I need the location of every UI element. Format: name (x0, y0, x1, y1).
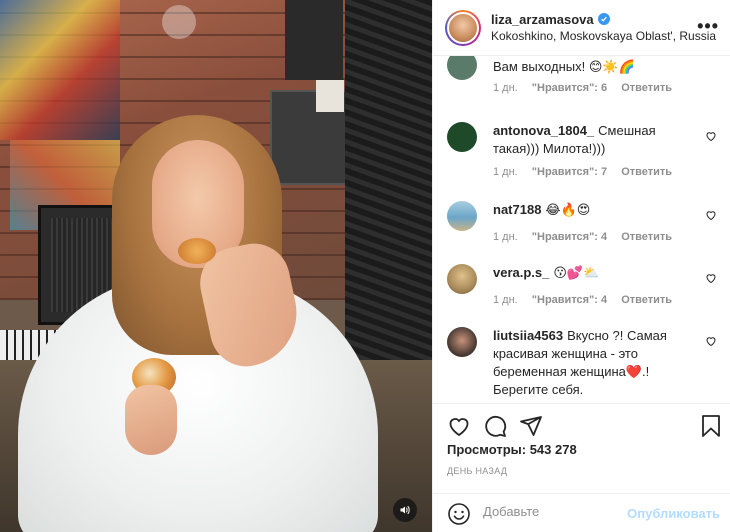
commenter-avatar[interactable] (447, 201, 477, 231)
post-actions-bar (433, 403, 730, 445)
like-comment-heart-icon[interactable] (705, 209, 717, 221)
comment-item: antonova_1804_ Смешная такая))) Милота!))… (447, 122, 717, 182)
publish-button[interactable]: Опубликовать (627, 506, 720, 521)
post-header: liza_arzamasova Kokoshkino, Moskovskaya … (433, 0, 730, 56)
comment-time[interactable]: 1 дн. (493, 82, 518, 94)
bookmark-icon[interactable] (699, 414, 723, 438)
like-comment-heart-icon[interactable] (705, 335, 717, 347)
author-username[interactable]: liza_arzamasova (491, 11, 594, 28)
comment-item: Вам выходных! 😊☀️🌈 1 дн. "Нравится": 6 О… (447, 56, 717, 110)
author-avatar[interactable] (445, 9, 481, 46)
comment-icon[interactable] (483, 414, 507, 438)
video-frame (0, 0, 432, 532)
comment-time[interactable]: 1 дн. (493, 294, 518, 306)
comment-likes[interactable]: "Нравится": 6 (532, 82, 607, 94)
more-options-icon[interactable]: ••• (697, 17, 719, 35)
post-video[interactable] (0, 0, 432, 532)
add-comment-input[interactable] (483, 504, 633, 519)
reply-button[interactable]: Ответить (621, 231, 672, 243)
like-comment-heart-icon[interactable] (705, 272, 717, 284)
reply-button[interactable]: Ответить (621, 294, 672, 306)
commenter-username[interactable]: vera.p.s_ (493, 265, 549, 280)
reply-button[interactable]: Ответить (621, 166, 672, 178)
comment-likes[interactable]: "Нравится": 7 (532, 166, 607, 178)
post-side-panel: liza_arzamasova Kokoshkino, Moskovskaya … (432, 0, 730, 532)
comment-item: nat7188 😂🔥😍 1 дн. "Нравится": 4 Ответить (447, 201, 717, 251)
comments-list: Вам выходных! 😊☀️🌈 1 дн. "Нравится": 6 О… (433, 56, 730, 400)
heart-icon[interactable] (447, 414, 471, 438)
commenter-username[interactable]: liutsiia4563 (493, 328, 563, 343)
speaker-icon (400, 506, 410, 514)
commenter-avatar[interactable] (447, 122, 477, 152)
comment-text: Вам выходных! 😊☀️🌈 (493, 59, 635, 74)
commenter-avatar[interactable] (447, 56, 477, 80)
comment-likes[interactable]: "Нравится": 4 (532, 231, 607, 243)
commenter-avatar[interactable] (447, 264, 477, 294)
comment-item: liutsiia4563 Вкусно ?! Самая красивая жен… (447, 327, 717, 400)
comment-time[interactable]: 1 дн. (493, 231, 518, 243)
smiley-icon[interactable] (447, 502, 471, 526)
add-comment-bar: Опубликовать (433, 493, 730, 532)
verified-badge-icon (597, 13, 610, 25)
views-count[interactable]: Просмотры: 543 278 (447, 442, 577, 457)
comment-text: 😂🔥😍 (545, 202, 591, 217)
comment-item: vera.p.s_ 😗💕⛅ 1 дн. "Нравится": 4 Ответит… (447, 264, 717, 314)
comment-time[interactable]: 1 дн. (493, 166, 518, 178)
commenter-avatar[interactable] (447, 327, 477, 357)
paper-plane-icon[interactable] (519, 414, 543, 438)
reply-button[interactable]: Ответить (621, 82, 672, 94)
comment-text: 😗💕⛅ (553, 265, 600, 280)
comment-likes[interactable]: "Нравится": 4 (532, 294, 607, 306)
post-location[interactable]: Kokoshkino, Moskovskaya Oblast', Russia (491, 28, 716, 45)
commenter-username[interactable]: nat7188 (493, 202, 541, 217)
post-date[interactable]: ДЕНЬ НАЗАД (447, 466, 507, 476)
commenter-username[interactable]: antonova_1804_ (493, 123, 594, 138)
video-overlay-dot (162, 5, 196, 39)
like-comment-heart-icon[interactable] (705, 130, 717, 142)
sound-toggle-button[interactable] (393, 498, 417, 522)
